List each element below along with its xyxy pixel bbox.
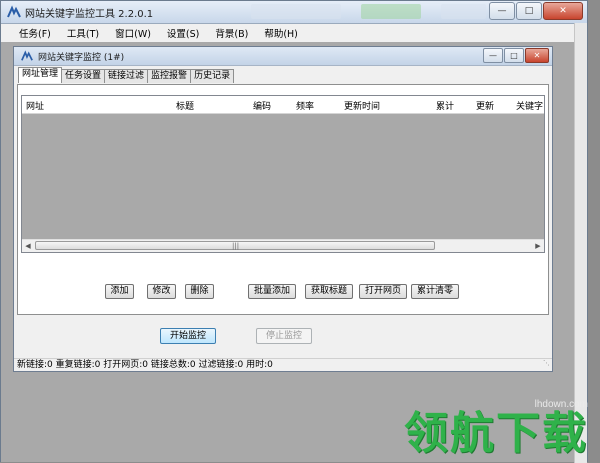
clear-total-button[interactable]: 累计清零: [411, 284, 459, 299]
menu-window[interactable]: 窗口(W): [107, 26, 159, 40]
child-close-button[interactable]: ✕: [525, 48, 549, 63]
main-window: 网站关键字监控工具 2.2.0.1 — □ ✕ 任务(F) 工具(T) 窗口(W…: [0, 0, 588, 463]
column-header-url[interactable]: 网址: [26, 99, 44, 112]
table-header: 网址 标题 编码 频率 更新时间 累计 更新 关键字: [22, 96, 544, 114]
add-button[interactable]: 添加: [105, 284, 134, 299]
child-maximize-button[interactable]: □: [504, 48, 524, 63]
scrollbar-thumb[interactable]: |||: [35, 241, 435, 250]
main-vertical-scrollbar[interactable]: [574, 23, 587, 463]
delete-button[interactable]: 删除: [185, 284, 214, 299]
start-monitoring-button[interactable]: 开始监控: [160, 328, 216, 344]
child-window: 网站关键字监控 (1#) — □ ✕ 网址管理 任务设置 链接过滤 监控报警 历…: [13, 46, 553, 372]
column-header-encoding[interactable]: 编码: [253, 99, 271, 112]
resize-grip-icon[interactable]: ⋱: [543, 357, 550, 370]
column-header-total[interactable]: 累计: [436, 99, 454, 112]
window-title: 网站关键字监控工具 2.2.0.1: [25, 8, 154, 20]
tab-panel: 网址 标题 编码 频率 更新时间 累计 更新 关键字 ◀ ||| ▶ 添加 修改…: [17, 84, 549, 315]
watermark-logo: 领航下载: [404, 408, 588, 459]
tab-strip: 网址管理 任务设置 链接过滤 监控报警 历史记录: [18, 67, 235, 83]
column-header-frequency[interactable]: 频率: [296, 99, 314, 112]
background-window-ghost: [251, 4, 341, 19]
scroll-right-icon[interactable]: ▶: [533, 241, 543, 251]
child-minimize-button[interactable]: —: [483, 48, 503, 63]
column-header-update[interactable]: 更新: [476, 99, 494, 112]
tab-monitor-alarm[interactable]: 监控报警: [147, 69, 192, 83]
tab-history[interactable]: 历史记录: [190, 69, 235, 83]
scroll-left-icon[interactable]: ◀: [23, 241, 33, 251]
fetch-title-button[interactable]: 获取标题: [305, 284, 353, 299]
url-table[interactable]: 网址 标题 编码 频率 更新时间 累计 更新 关键字 ◀ ||| ▶: [21, 95, 545, 253]
close-button[interactable]: ✕: [543, 2, 583, 20]
tab-link-filter[interactable]: 链接过滤: [104, 69, 149, 83]
child-window-title: 网站关键字监控 (1#): [38, 52, 125, 63]
minimize-button[interactable]: —: [489, 2, 515, 20]
watermark: lhdown.com 领航下载: [404, 399, 588, 458]
menu-settings[interactable]: 设置(S): [159, 26, 207, 40]
column-header-keyword[interactable]: 关键字: [516, 99, 543, 112]
app-icon: [7, 5, 21, 19]
menu-bar: 任务(F) 工具(T) 窗口(W) 设置(S) 背景(B) 帮助(H): [1, 24, 587, 43]
background-window-ghost: [441, 4, 486, 19]
close-icon: ✕: [533, 51, 541, 60]
grip-icon: |||: [232, 242, 240, 250]
maximize-icon: □: [524, 6, 534, 16]
status-bar: 新链接:0 重复链接:0 打开网页:0 链接总数:0 过滤链接:0 用时:0 ⋱: [14, 358, 552, 371]
menu-background[interactable]: 背景(B): [207, 26, 256, 40]
edit-button[interactable]: 修改: [147, 284, 176, 299]
open-page-button[interactable]: 打开网页: [359, 284, 407, 299]
title-bar: 网站关键字监控工具 2.2.0.1 — □ ✕: [1, 1, 587, 24]
close-icon: ✕: [559, 6, 567, 16]
maximize-icon: □: [510, 51, 518, 60]
maximize-button[interactable]: □: [516, 2, 542, 20]
child-app-icon: [20, 49, 34, 63]
child-title-bar: 网站关键字监控 (1#) — □ ✕: [14, 47, 552, 66]
menu-help[interactable]: 帮助(H): [256, 26, 306, 40]
status-text: 新链接:0 重复链接:0 打开网页:0 链接总数:0 过滤链接:0 用时:0: [17, 360, 273, 370]
horizontal-scrollbar[interactable]: ◀ ||| ▶: [22, 239, 544, 252]
minimize-icon: —: [489, 51, 497, 60]
stop-monitoring-button[interactable]: 停止监控: [256, 328, 312, 344]
background-window-ghost: [361, 4, 421, 19]
tab-task-settings[interactable]: 任务设置: [61, 69, 106, 83]
batch-add-button[interactable]: 批量添加: [248, 284, 296, 299]
minimize-icon: —: [497, 6, 507, 16]
tab-url-management[interactable]: 网址管理: [18, 67, 63, 83]
column-header-update-time[interactable]: 更新时间: [344, 99, 380, 112]
menu-tools[interactable]: 工具(T): [59, 26, 107, 40]
column-header-title[interactable]: 标题: [176, 99, 194, 112]
menu-task[interactable]: 任务(F): [11, 26, 59, 40]
